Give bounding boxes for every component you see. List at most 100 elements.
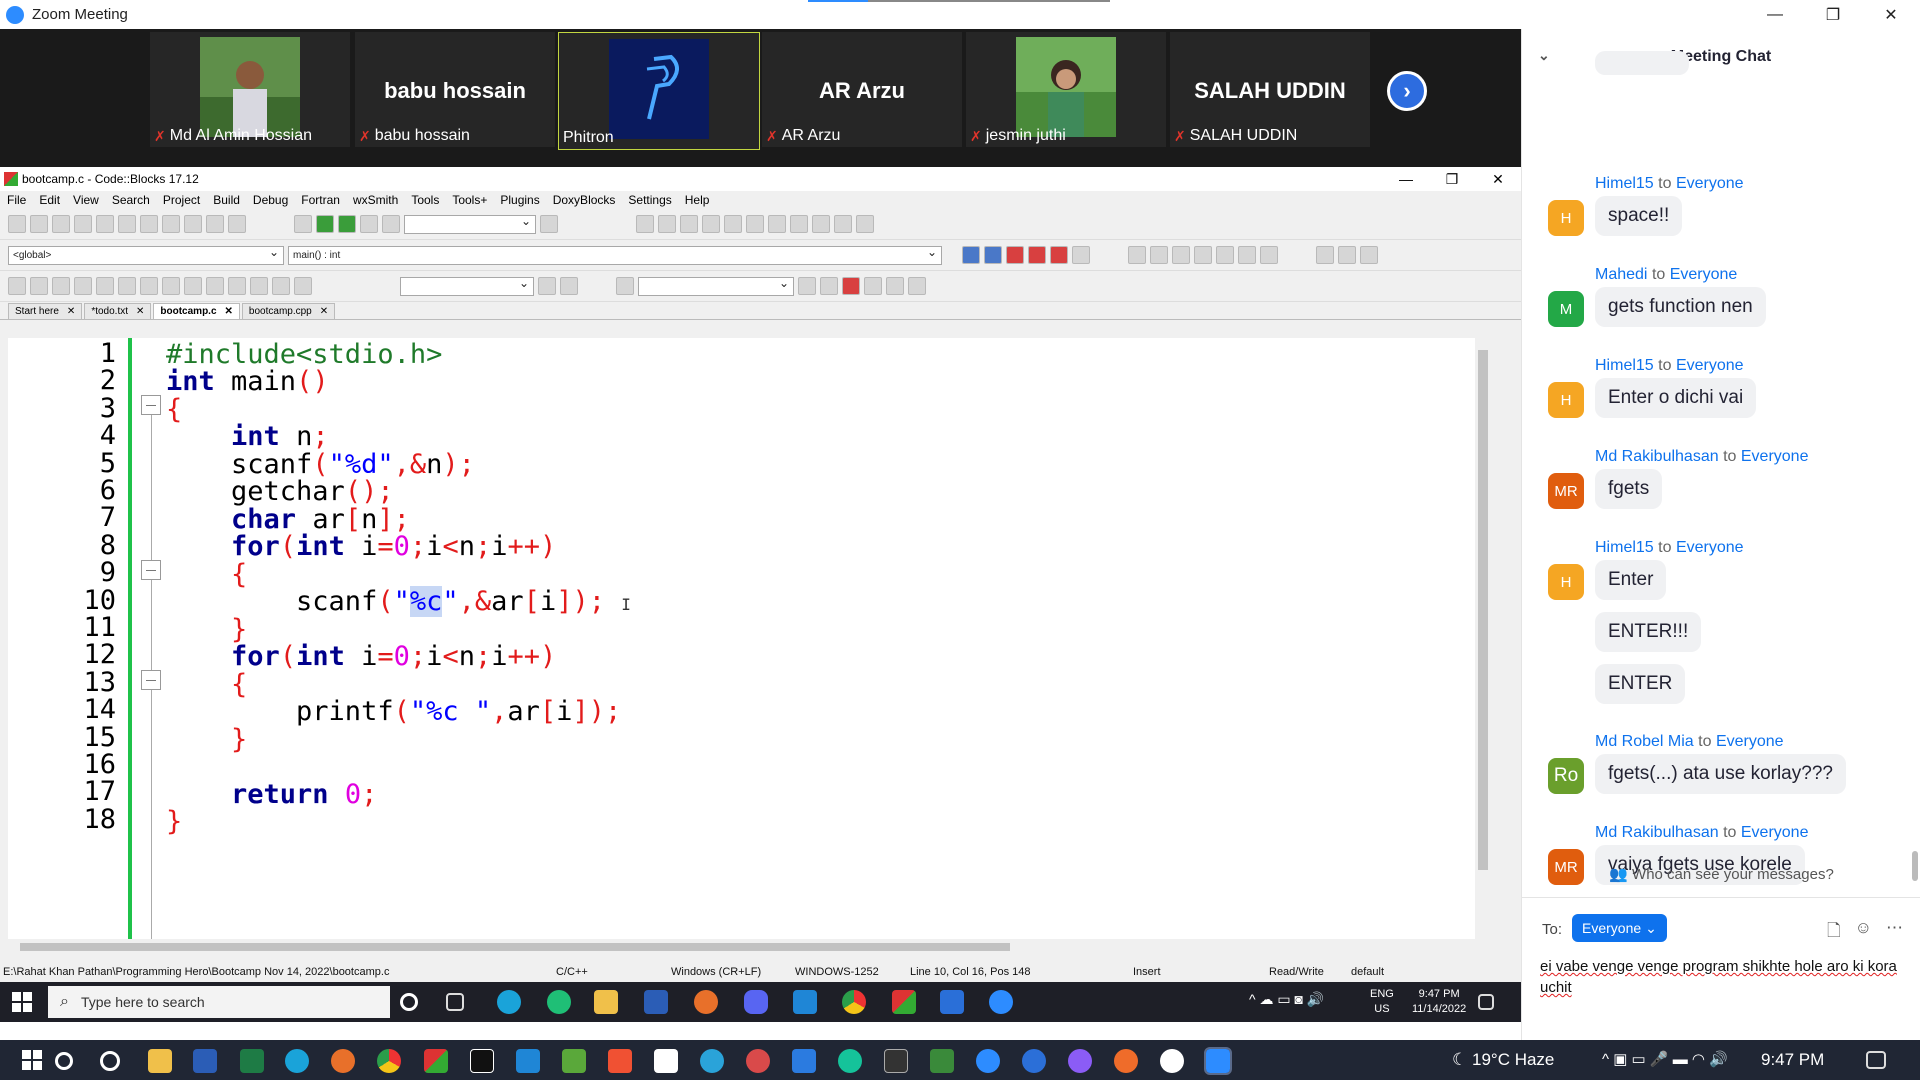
- vscode-icon[interactable]: [516, 1049, 540, 1073]
- close-icon[interactable]: ✕: [225, 306, 233, 317]
- replace-combo[interactable]: [638, 276, 794, 296]
- find-next-arrow-icon[interactable]: [820, 277, 838, 295]
- uncomment-icon[interactable]: [1150, 246, 1168, 264]
- excel-icon[interactable]: [240, 1049, 264, 1073]
- restore-icon[interactable]: ❐: [1429, 167, 1475, 191]
- next-bookmark-icon[interactable]: [1050, 246, 1068, 264]
- messenger-icon[interactable]: [1068, 1049, 1092, 1073]
- function-select[interactable]: main() : int: [288, 245, 942, 265]
- doxy-run-icon[interactable]: [1216, 246, 1234, 264]
- file-explorer-icon[interactable]: [594, 990, 618, 1014]
- participant-tile[interactable]: ✗ jesmin juthi: [966, 32, 1166, 147]
- selection-icon[interactable]: [864, 277, 882, 295]
- refresh-icon[interactable]: [294, 277, 312, 295]
- codeblocks-taskbar-icon[interactable]: [892, 990, 916, 1014]
- stop-debugger-icon[interactable]: [812, 215, 830, 233]
- jump-back-icon[interactable]: [962, 246, 980, 264]
- spacer-icon[interactable]: [184, 277, 202, 295]
- menu-search[interactable]: Search: [112, 193, 150, 207]
- notion-icon[interactable]: [654, 1049, 678, 1073]
- doxy-config-icon[interactable]: [1260, 246, 1278, 264]
- save-icon[interactable]: [52, 215, 70, 233]
- debug-info-icon[interactable]: [856, 215, 874, 233]
- git-icon[interactable]: [608, 1049, 632, 1073]
- close-icon[interactable]: ✕: [136, 306, 144, 317]
- taskbar-search[interactable]: ⌕ Type here to search: [48, 986, 390, 1018]
- language-indicator[interactable]: ENG US: [1370, 987, 1394, 1017]
- layout-grid-icon[interactable]: [140, 277, 158, 295]
- cut-icon[interactable]: [140, 215, 158, 233]
- scope-select[interactable]: <global>: [8, 245, 284, 265]
- regex-search-icon[interactable]: [908, 277, 926, 295]
- minimize-icon[interactable]: —: [1746, 0, 1804, 29]
- word-icon[interactable]: [644, 990, 668, 1014]
- panel-icon[interactable]: [30, 277, 48, 295]
- message-bubble[interactable]: Enter o dichi vai: [1595, 378, 1757, 418]
- clear-icon[interactable]: [616, 277, 634, 295]
- find-icon[interactable]: [206, 215, 224, 233]
- emoji-icon[interactable]: ☺: [1855, 918, 1872, 947]
- tray-icons[interactable]: ^ ▣ ▭ 🎤 ▬ ◠ 🔊: [1602, 1050, 1728, 1068]
- run-to-cursor-icon[interactable]: [658, 215, 676, 233]
- match-case-icon[interactable]: [886, 277, 904, 295]
- jump-forward-icon[interactable]: [984, 246, 1002, 264]
- menu-help[interactable]: Help: [685, 193, 710, 207]
- zoom-chat-icon[interactable]: [976, 1049, 1000, 1073]
- pycharm-icon[interactable]: [470, 1049, 494, 1073]
- chrome-icon[interactable]: [842, 990, 866, 1014]
- tab-start-here[interactable]: Start here ✕: [8, 303, 83, 319]
- participant-tile[interactable]: ✗ Md Al Amin Hossian: [150, 32, 350, 147]
- toggle-bookmark-icon[interactable]: [1006, 246, 1024, 264]
- doxy-chm-icon[interactable]: [1238, 246, 1256, 264]
- app-k-icon[interactable]: [930, 1049, 954, 1073]
- notification-icon[interactable]: [1478, 994, 1494, 1010]
- layout-v-icon[interactable]: [118, 277, 136, 295]
- zoom-out-icon[interactable]: [250, 277, 268, 295]
- step-into-instruction-icon[interactable]: [768, 215, 786, 233]
- vscode-icon[interactable]: [793, 990, 817, 1014]
- pointer-icon[interactable]: [8, 277, 26, 295]
- copy-icon[interactable]: [162, 215, 180, 233]
- calendar-icon[interactable]: [792, 1049, 816, 1073]
- message-bubble[interactable]: gets function nen: [1595, 287, 1766, 327]
- nav-mark-icon[interactable]: [1338, 246, 1356, 264]
- participant-tile-active-speaker[interactable]: Phitron: [558, 32, 760, 150]
- firefox-icon[interactable]: [331, 1049, 355, 1073]
- layout-box-icon[interactable]: [162, 277, 180, 295]
- image-icon[interactable]: [52, 277, 70, 295]
- prev-bookmark-icon[interactable]: [1028, 246, 1046, 264]
- menu-build[interactable]: Build: [213, 193, 240, 207]
- grammarly-icon[interactable]: [838, 1049, 862, 1073]
- file-explorer-icon[interactable]: [148, 1049, 172, 1073]
- windows-start-icon[interactable]: [12, 992, 32, 1012]
- next-instruction-icon[interactable]: [746, 215, 764, 233]
- new-file-icon[interactable]: [8, 215, 26, 233]
- find-options-icon[interactable]: [560, 277, 578, 295]
- cortana-icon[interactable]: [400, 993, 418, 1011]
- participant-tile[interactable]: AR Arzu ✗ AR Arzu: [762, 32, 962, 147]
- message-bubble[interactable]: ENTER!!!: [1595, 612, 1702, 652]
- minimize-icon[interactable]: —: [1383, 167, 1429, 191]
- menu-fortran[interactable]: Fortran: [301, 193, 340, 207]
- file-icon[interactable]: 🗋: [1827, 918, 1841, 947]
- search-icon[interactable]: [55, 1052, 73, 1070]
- nav-first-icon[interactable]: [1316, 246, 1334, 264]
- chat-message-input[interactable]: ei vabe venge venge program shikhte hole…: [1540, 956, 1910, 998]
- comment-icon[interactable]: [1128, 246, 1146, 264]
- message-bubble[interactable]: space!!: [1595, 196, 1683, 236]
- step-into-icon[interactable]: [702, 215, 720, 233]
- clock[interactable]: 9:47 PM: [1761, 1050, 1824, 1070]
- menu-settings[interactable]: Settings: [628, 193, 671, 207]
- code-editor[interactable]: 1 2 3 4 5 6 7 8 9 10 11 12 13 14 15 16 17 18 #include<std…: [8, 338, 1491, 939]
- message-bubble[interactable]: fgets(...) ata use korlay???: [1595, 754, 1846, 794]
- tab-bootcamp-cpp[interactable]: bootcamp.cpp ✕: [241, 303, 336, 319]
- rebuild-icon[interactable]: [360, 215, 378, 233]
- next-line-icon[interactable]: [680, 215, 698, 233]
- close-icon[interactable]: ✕: [67, 306, 75, 317]
- photos-icon[interactable]: [940, 990, 964, 1014]
- build-target-select[interactable]: [404, 214, 536, 234]
- scroll-thumb[interactable]: [1478, 350, 1488, 870]
- close-icon[interactable]: ✕: [1862, 0, 1920, 29]
- zoom-taskbar-icon[interactable]: [989, 990, 1013, 1014]
- clock[interactable]: 9:47 PM 11/14/2022: [1412, 987, 1466, 1017]
